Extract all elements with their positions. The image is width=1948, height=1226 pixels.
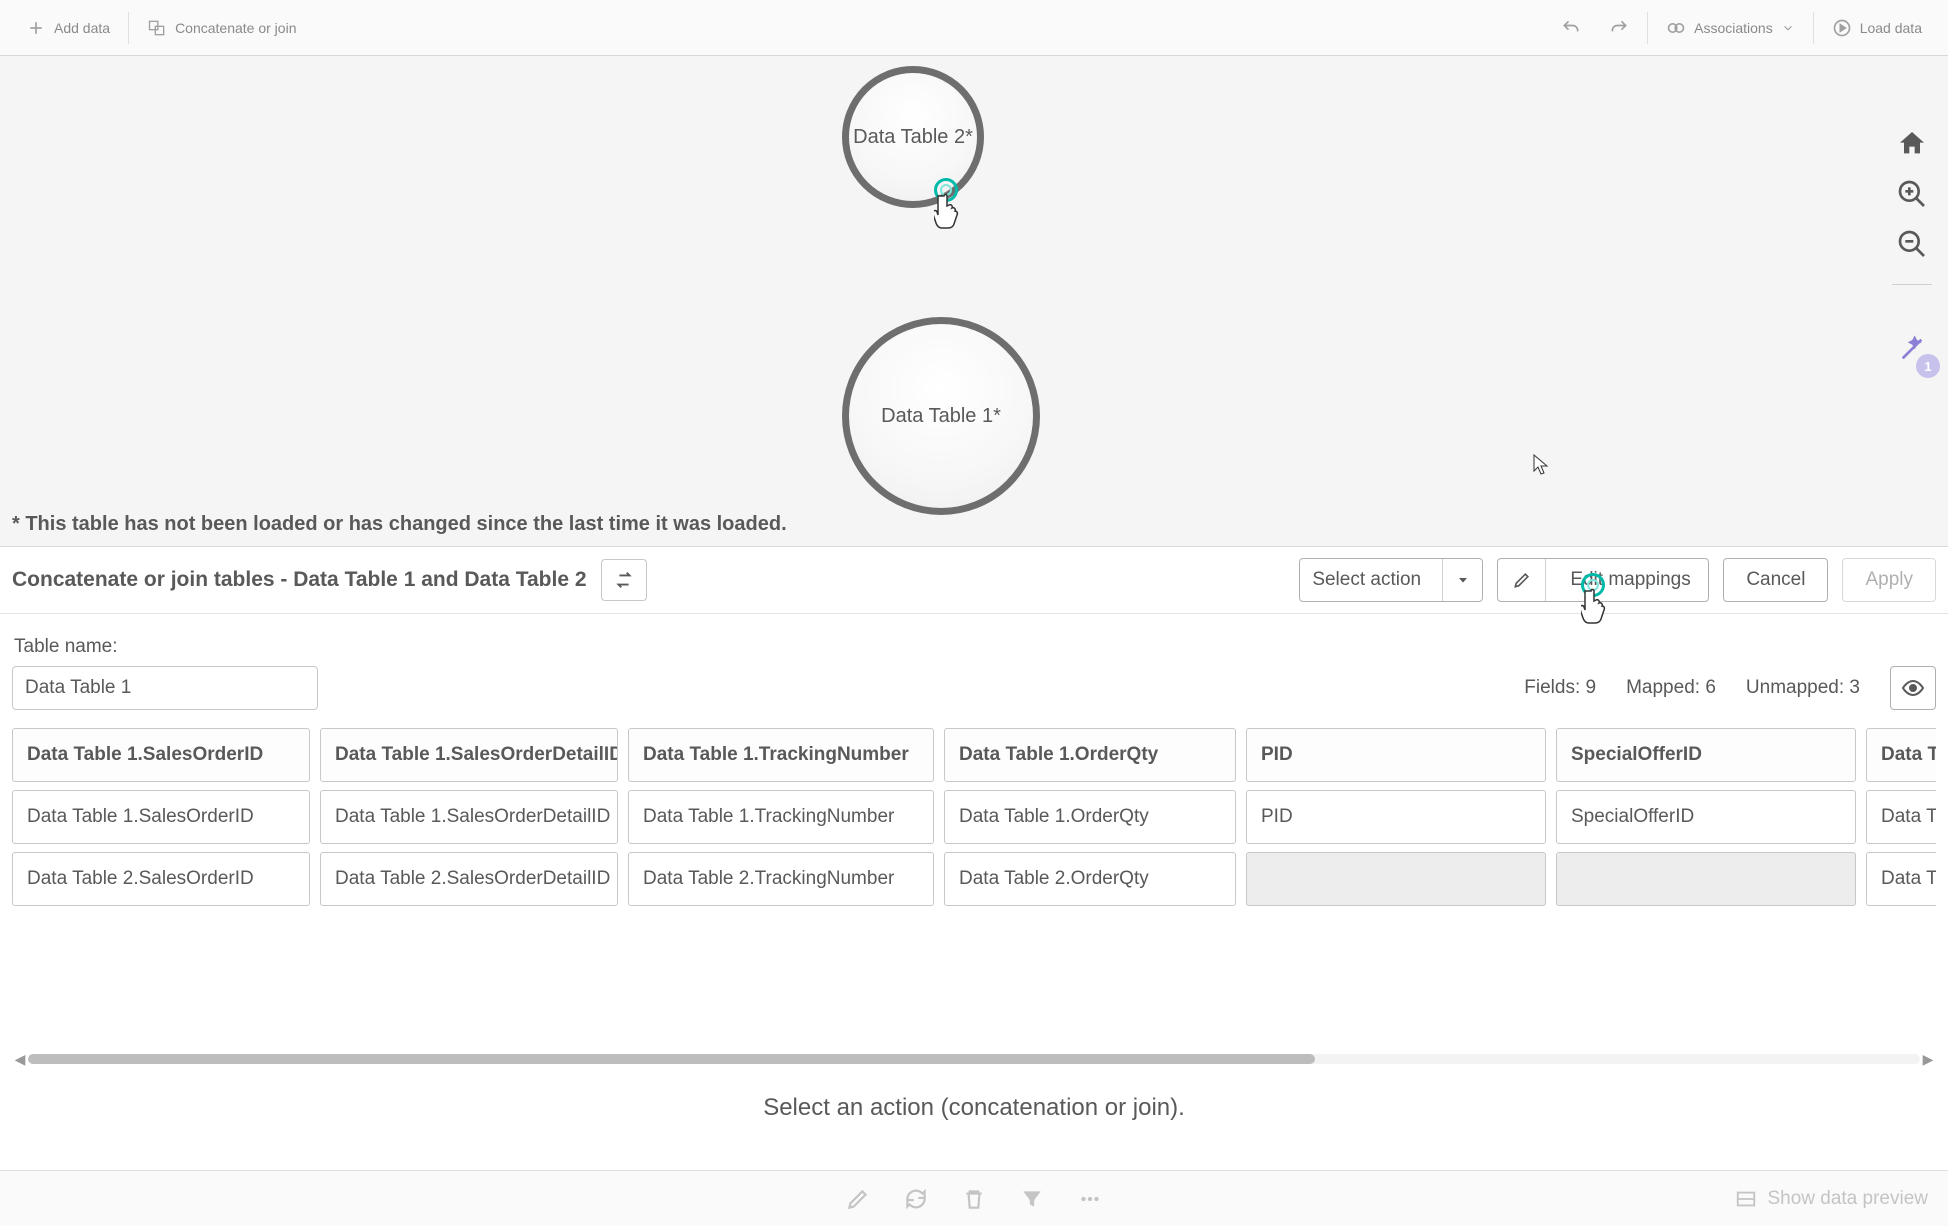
action-bar: Concatenate or join tables - Data Table … bbox=[0, 546, 1948, 614]
tablename-label: Table name: bbox=[14, 636, 1936, 658]
concat-join-label: Concatenate or join bbox=[175, 20, 296, 36]
cancel-label: Cancel bbox=[1746, 569, 1805, 591]
scroll-track[interactable] bbox=[28, 1054, 1920, 1064]
edit-mappings-label: Edit mappings bbox=[1556, 569, 1690, 591]
filter-icon[interactable] bbox=[1019, 1186, 1045, 1212]
mapping-row: Data Table 1.SalesOrderID Data Table 1.S… bbox=[12, 790, 1936, 844]
zoom-in-button[interactable] bbox=[1896, 178, 1928, 210]
trash-icon[interactable] bbox=[961, 1186, 987, 1212]
chevron-down-icon bbox=[1781, 18, 1795, 38]
mapping-header[interactable]: Data Table 1.OrderQty bbox=[944, 728, 1236, 782]
mapping-cell[interactable]: PID bbox=[1246, 790, 1546, 844]
toolbar-separator bbox=[1647, 12, 1648, 44]
horizontal-scrollbar[interactable]: ◀ ▶ bbox=[12, 1052, 1936, 1066]
cancel-button[interactable]: Cancel bbox=[1723, 558, 1828, 602]
mapping-cell[interactable]: Data Ta bbox=[1866, 852, 1936, 906]
mapping-cell[interactable]: Data Table 1.SalesOrderDetailID bbox=[320, 790, 618, 844]
table-bubble-2[interactable]: Data Table 2* bbox=[842, 66, 984, 208]
mapping-row: Data Table 2.SalesOrderID Data Table 2.S… bbox=[12, 852, 1936, 906]
zoom-out-button[interactable] bbox=[1896, 228, 1928, 260]
mapping-grid: Data Table 1.SalesOrderID Data Table 1.S… bbox=[12, 728, 1936, 1066]
play-circle-icon bbox=[1832, 18, 1852, 38]
mapping-cell-empty[interactable] bbox=[1246, 852, 1546, 906]
canvas[interactable]: Data Table 2* Data Table 1* 1 * This tab… bbox=[0, 56, 1948, 546]
mapping-cell[interactable]: SpecialOfferID bbox=[1556, 790, 1856, 844]
recommendation-badge: 1 bbox=[1916, 354, 1940, 378]
add-data-label: Add data bbox=[54, 20, 110, 36]
swap-button[interactable] bbox=[601, 559, 647, 601]
mapping-cell[interactable]: Data Table 2.SalesOrderID bbox=[12, 852, 310, 906]
panel-icon bbox=[1735, 1188, 1757, 1210]
mapping-header[interactable]: Data Ta bbox=[1866, 728, 1936, 782]
associations-button[interactable]: Associations bbox=[1652, 10, 1809, 46]
associations-icon bbox=[1666, 18, 1686, 38]
eye-icon bbox=[1901, 676, 1925, 700]
edit-mappings-button[interactable]: Edit mappings bbox=[1497, 558, 1709, 602]
tools-divider bbox=[1892, 284, 1932, 285]
tables-icon bbox=[147, 18, 167, 38]
select-action-dropdown[interactable]: Select action bbox=[1299, 558, 1483, 602]
mapping-header-row: Data Table 1.SalesOrderID Data Table 1.S… bbox=[12, 728, 1936, 782]
concat-join-button[interactable]: Concatenate or join bbox=[133, 10, 310, 46]
swap-icon bbox=[613, 569, 635, 591]
mapping-header[interactable]: Data Table 1.SalesOrderDetailID bbox=[320, 728, 618, 782]
associations-label: Associations bbox=[1694, 20, 1773, 36]
action-bar-title: Concatenate or join tables - Data Table … bbox=[12, 568, 587, 592]
mapping-header[interactable]: PID bbox=[1246, 728, 1546, 782]
mapping-header[interactable]: SpecialOfferID bbox=[1556, 728, 1856, 782]
refresh-icon[interactable] bbox=[903, 1186, 929, 1212]
load-data-label: Load data bbox=[1860, 20, 1922, 36]
mapping-cell[interactable]: Data Table 2.OrderQty bbox=[944, 852, 1236, 906]
scroll-thumb[interactable] bbox=[28, 1054, 1315, 1064]
mapping-header[interactable]: Data Table 1.SalesOrderID bbox=[12, 728, 310, 782]
scroll-right-icon[interactable]: ▶ bbox=[1920, 1051, 1936, 1067]
instruction-text: Select an action (concatenation or join)… bbox=[12, 1094, 1936, 1122]
config-area: Table name: Fields: 9 Mapped: 6 Unmapped… bbox=[0, 614, 1948, 1134]
apply-label: Apply bbox=[1865, 569, 1913, 591]
more-icon[interactable] bbox=[1077, 1186, 1103, 1212]
bottom-bar: Show data preview bbox=[0, 1170, 1948, 1226]
canvas-tools: 1 bbox=[1888, 128, 1936, 365]
mapping-header[interactable]: Data Table 1.TrackingNumber bbox=[628, 728, 934, 782]
load-data-button[interactable]: Load data bbox=[1818, 10, 1936, 46]
redo-icon bbox=[1609, 18, 1629, 38]
mapping-cell[interactable]: Data Table 2.SalesOrderDetailID bbox=[320, 852, 618, 906]
toolbar-separator bbox=[128, 12, 129, 44]
mapping-cell[interactable]: Data Table 1.SalesOrderID bbox=[12, 790, 310, 844]
mapping-cell[interactable]: Data Table 1.OrderQty bbox=[944, 790, 1236, 844]
mapping-cell[interactable]: Data Table 2.TrackingNumber bbox=[628, 852, 934, 906]
show-data-preview-label: Show data preview bbox=[1767, 1188, 1928, 1210]
toolbar-separator bbox=[1813, 12, 1814, 44]
canvas-footnote: * This table has not been loaded or has … bbox=[12, 513, 787, 536]
select-action-label: Select action bbox=[1312, 569, 1421, 591]
mapping-cell[interactable]: Data Table 1.TrackingNumber bbox=[628, 790, 934, 844]
table-bubble-1[interactable]: Data Table 1* bbox=[842, 317, 1040, 515]
mapping-cell-empty[interactable] bbox=[1556, 852, 1856, 906]
bubble-label: Data Table 2* bbox=[853, 126, 973, 149]
plus-icon bbox=[26, 18, 46, 38]
show-data-preview-button[interactable]: Show data preview bbox=[1735, 1188, 1928, 1210]
home-button[interactable] bbox=[1896, 128, 1928, 160]
undo-icon bbox=[1561, 18, 1581, 38]
add-data-button[interactable]: Add data bbox=[12, 10, 124, 46]
top-toolbar: Add data Concatenate or join Association bbox=[0, 0, 1948, 56]
cursor-icon bbox=[1533, 454, 1549, 476]
chevron-down-icon bbox=[1442, 559, 1482, 601]
apply-button[interactable]: Apply bbox=[1842, 558, 1936, 602]
pencil-icon bbox=[1498, 559, 1546, 601]
bubble-label: Data Table 1* bbox=[881, 405, 1001, 428]
edit-icon[interactable] bbox=[845, 1186, 871, 1212]
tablename-input[interactable] bbox=[12, 666, 318, 710]
preview-toggle-button[interactable] bbox=[1890, 666, 1936, 710]
scroll-left-icon[interactable]: ◀ bbox=[12, 1051, 28, 1067]
undo-button[interactable] bbox=[1547, 10, 1595, 46]
redo-button[interactable] bbox=[1595, 10, 1643, 46]
mapping-cell[interactable]: Data Ta bbox=[1866, 790, 1936, 844]
mapping-stats: Fields: 9 Mapped: 6 Unmapped: 3 bbox=[1524, 666, 1936, 710]
